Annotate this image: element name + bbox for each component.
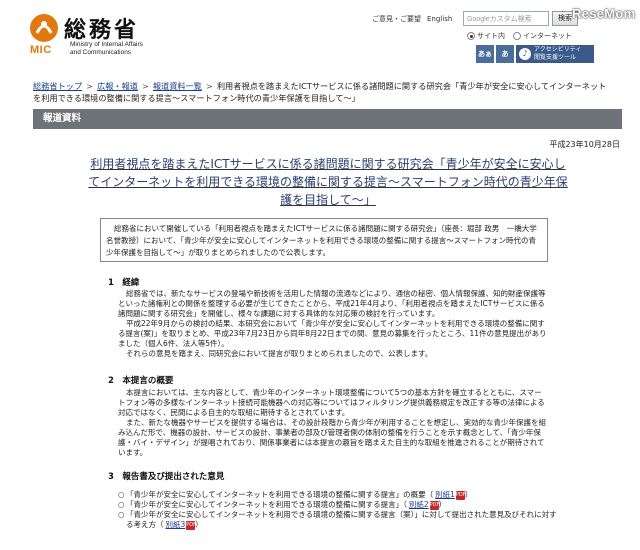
english-link[interactable]: English: [427, 15, 452, 23]
list-item: ○ 「青少年が安全に安心してインターネットを利用できる環境の整備に関する提言」の…: [118, 490, 558, 500]
publish-date: 平成23年10月28日: [549, 140, 620, 149]
subtitle-line-1: Ministry of Internal Affairs: [70, 41, 143, 48]
radio-selected-icon: [467, 32, 475, 40]
reading-button[interactable]: あ: [496, 45, 514, 63]
reference-list: ○ 「青少年が安全に安心してインターネットを利用できる環境の整備に関する提言」の…: [118, 490, 558, 530]
reference-text: 「青少年が安全に安心してインターネットを利用できる環境の整備に関する提言」: [126, 500, 404, 509]
bullet-icon: ○: [118, 490, 125, 499]
acc-tool-line2: 閲覧支援ツール: [534, 54, 577, 61]
site-subtitle: Ministry of Internal Affairs and Communi…: [70, 41, 143, 57]
font-size-button[interactable]: あぁ: [476, 45, 494, 63]
section-header-bar: 報道資料: [33, 109, 622, 129]
paragraph: 総務省では、新たなサービスの登場や新技術を活用した情報の流通などにより、通信の秘…: [118, 289, 546, 318]
section-heading-summary: 2 本提言の概要: [108, 376, 174, 386]
attachment-link-3[interactable]: 別紙3: [166, 520, 186, 529]
breadcrumb-separator: >: [86, 81, 94, 91]
attachment-link-1[interactable]: 別紙1: [435, 490, 455, 499]
page-title: 利用者視点を踏まえたICTサービスに係る諸問題に関する研究会「青少年が安全に安心…: [88, 157, 568, 207]
paragraph: それらの意見を踏まえ、同研究会において提言が取りまとめられましたので、公表します…: [126, 349, 433, 358]
section-body-summary: 本提言においては、主な内容として、青少年のインターネット環境整備について5つの基…: [118, 388, 548, 458]
pdf-icon: PDF: [455, 490, 466, 500]
pdf-icon: PDF: [186, 520, 197, 530]
site-header: MIC 総務省 Ministry of Internal Affairs and…: [0, 0, 640, 68]
top-links: ご意見・ご要望 English: [372, 14, 452, 24]
paragraph: また、新たな機器やサービスを提供する場合は、その設計段階から青少年が利用すること…: [118, 418, 546, 457]
breadcrumb-press[interactable]: 広報・報道: [97, 81, 138, 91]
resemom-watermark: ReseMom: [572, 6, 636, 21]
breadcrumb-top[interactable]: 総務省トップ: [33, 81, 82, 91]
section-heading-report: 3 報告書及び提出された意見: [108, 472, 225, 482]
intro-box: 総務省において開催している「利用者視点を踏まえたICTサービスに係る諸問題に関す…: [100, 218, 548, 262]
breadcrumb-separator: >: [205, 81, 213, 91]
bullet-icon: ○: [118, 510, 125, 519]
mic-emblem-icon[interactable]: [29, 13, 59, 43]
site-title[interactable]: 総務省: [64, 12, 139, 44]
acc-tool-line1: アクセシビリティ: [534, 46, 582, 53]
list-item-text: 「青少年が安全に安心してインターネットを利用できる環境の整備に関する提言（案）」…: [126, 510, 557, 530]
reference-text: 「青少年が安全に安心してインターネットを利用できる環境の整備に関する提言」の概要: [126, 490, 426, 499]
accessibility-tools: あぁ あ ♪ アクセシビリティ 閲覧支援ツール: [476, 45, 594, 63]
intro-text: 総務省において開催している「利用者視点を踏まえたICTサービスに係る諸問題に関す…: [106, 224, 537, 257]
list-item: ○ 「青少年が安全に安心してインターネットを利用できる環境の整備に関する提言（案…: [118, 510, 558, 530]
radio-internet[interactable]: インターネット: [513, 31, 572, 41]
radio-site[interactable]: サイト内: [467, 31, 505, 41]
attachment-link-2[interactable]: 別紙2: [409, 500, 429, 509]
feedback-link[interactable]: ご意見・ご要望: [372, 14, 421, 24]
list-item-text: 「青少年が安全に安心してインターネットを利用できる環境の整備に関する提言」（ 別紙…: [126, 500, 447, 510]
radio-unselected-icon: [513, 32, 521, 40]
paragraph: 平成22年9月からの検討の結果、本研究会において「青少年が安全に安心してインター…: [118, 319, 547, 348]
subtitle-line-2: and Communications: [70, 49, 132, 56]
breadcrumb: 総務省トップ > 広報・報道 > 報道資料一覧 > 利用者視点を踏まえたICTサービスに係る…: [33, 80, 613, 104]
speaker-icon: ♪: [519, 48, 531, 60]
radio-site-label: サイト内: [477, 32, 505, 40]
breadcrumb-separator: >: [141, 81, 149, 91]
search-scope-radios: サイト内 インターネット: [467, 31, 572, 41]
list-item-text: 「青少年が安全に安心してインターネットを利用できる環境の整備に関する提言」の概要…: [126, 490, 473, 500]
breadcrumb-list[interactable]: 報道資料一覧: [153, 81, 202, 91]
section-body-background: 総務省では、新たなサービスの登場や新技術を活用した情報の流通などにより、通信の秘…: [118, 289, 548, 359]
section-heading-background: 1 経緯: [108, 278, 140, 288]
list-item: ○ 「青少年が安全に安心してインターネットを利用できる環境の整備に関する提言」（…: [118, 500, 558, 510]
radio-internet-label: インターネット: [523, 32, 572, 40]
mic-logo-text: MIC: [30, 44, 52, 56]
accessibility-tool-button[interactable]: ♪ アクセシビリティ 閲覧支援ツール: [516, 45, 594, 63]
pdf-icon: PDF: [429, 500, 440, 510]
paragraph: 本提言においては、主な内容として、青少年のインターネット環境整備について5つの基…: [118, 388, 545, 417]
bullet-icon: ○: [118, 500, 125, 509]
search-input[interactable]: Googleカスタム検索: [463, 11, 549, 26]
